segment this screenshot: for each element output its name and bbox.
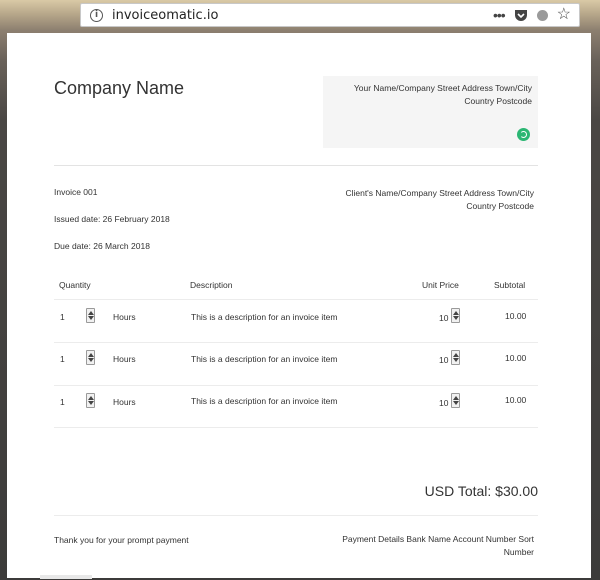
stepper-down-icon[interactable] bbox=[453, 316, 459, 320]
company-name[interactable]: Company Name bbox=[54, 78, 184, 99]
quantity-input[interactable]: 1 bbox=[60, 397, 65, 407]
column-header-description: Description bbox=[190, 280, 233, 290]
stepper-down-icon[interactable] bbox=[453, 401, 459, 405]
stepper-down-icon[interactable] bbox=[88, 358, 94, 362]
unit-price-stepper[interactable] bbox=[451, 308, 460, 323]
issued-date[interactable]: Issued date: 26 February 2018 bbox=[54, 214, 170, 224]
item-description[interactable]: This is a description for an invoice ite… bbox=[191, 312, 337, 322]
stepper-up-icon[interactable] bbox=[453, 353, 459, 357]
item-subtotal: 10.00 bbox=[505, 353, 527, 363]
circle-icon[interactable] bbox=[536, 9, 548, 21]
unit-label[interactable]: Hours bbox=[113, 354, 136, 364]
loading-icon bbox=[517, 128, 530, 141]
quantity-stepper[interactable] bbox=[86, 350, 95, 365]
invoice-number[interactable]: Invoice 001 bbox=[54, 187, 97, 197]
column-header-unit-price: Unit Price bbox=[422, 280, 459, 290]
footer-note[interactable]: Thank you for your prompt payment bbox=[54, 535, 189, 545]
stepper-up-icon[interactable] bbox=[453, 311, 459, 315]
invoice-total: USD Total: $30.00 bbox=[424, 483, 538, 499]
stepper-up-icon[interactable] bbox=[453, 396, 459, 400]
row-divider bbox=[54, 427, 538, 428]
item-subtotal: 10.00 bbox=[505, 311, 527, 321]
column-header-quantity: Quantity bbox=[59, 280, 91, 290]
quantity-stepper[interactable] bbox=[86, 393, 95, 408]
due-date[interactable]: Due date: 26 March 2018 bbox=[54, 241, 150, 251]
stepper-up-icon[interactable] bbox=[88, 311, 94, 315]
url-text[interactable]: invoiceomatic.io bbox=[112, 8, 218, 23]
url-actions: ••• ☆ bbox=[493, 7, 571, 23]
horizontal-scrollbar[interactable] bbox=[40, 575, 92, 579]
unit-price-input[interactable]: 10 bbox=[439, 398, 448, 408]
quantity-stepper[interactable] bbox=[86, 308, 95, 323]
column-header-subtotal: Subtotal bbox=[494, 280, 526, 290]
item-description[interactable]: This is a description for an invoice ite… bbox=[191, 354, 337, 364]
stepper-down-icon[interactable] bbox=[453, 358, 459, 362]
unit-price-stepper[interactable] bbox=[451, 350, 460, 365]
stepper-up-icon[interactable] bbox=[88, 353, 94, 357]
address-bar[interactable]: i invoiceomatic.io ••• ☆ bbox=[80, 3, 580, 27]
header-divider bbox=[54, 165, 538, 166]
stepper-down-icon[interactable] bbox=[88, 401, 94, 405]
more-dots-icon[interactable]: ••• bbox=[493, 8, 506, 22]
stepper-up-icon[interactable] bbox=[88, 396, 94, 400]
quantity-input[interactable]: 1 bbox=[60, 354, 65, 364]
payment-details[interactable]: Payment Details Bank Name Account Number… bbox=[327, 533, 534, 559]
info-icon[interactable]: i bbox=[90, 8, 103, 22]
item-description[interactable]: This is a description for an invoice ite… bbox=[191, 396, 337, 406]
sender-address-box[interactable]: Your Name/Company Street Address Town/Ci… bbox=[323, 76, 538, 148]
unit-label[interactable]: Hours bbox=[113, 397, 136, 407]
unit-price-stepper[interactable] bbox=[451, 393, 460, 408]
unit-price-input[interactable]: 10 bbox=[439, 313, 448, 323]
unit-label[interactable]: Hours bbox=[113, 312, 136, 322]
footer-divider bbox=[54, 515, 538, 516]
client-address[interactable]: Client's Name/Company Street Address Tow… bbox=[327, 187, 534, 213]
quantity-input[interactable]: 1 bbox=[60, 312, 65, 322]
row-divider bbox=[54, 342, 538, 343]
invoice-page: Company Name Your Name/Company Street Ad… bbox=[7, 33, 591, 578]
unit-price-input[interactable]: 10 bbox=[439, 355, 448, 365]
stepper-down-icon[interactable] bbox=[88, 316, 94, 320]
table-header-divider bbox=[54, 299, 538, 300]
item-subtotal: 10.00 bbox=[505, 395, 527, 405]
sender-address[interactable]: Your Name/Company Street Address Town/Ci… bbox=[333, 82, 532, 108]
star-icon[interactable]: ☆ bbox=[557, 7, 571, 23]
pocket-icon[interactable] bbox=[514, 9, 528, 22]
row-divider bbox=[54, 385, 538, 386]
